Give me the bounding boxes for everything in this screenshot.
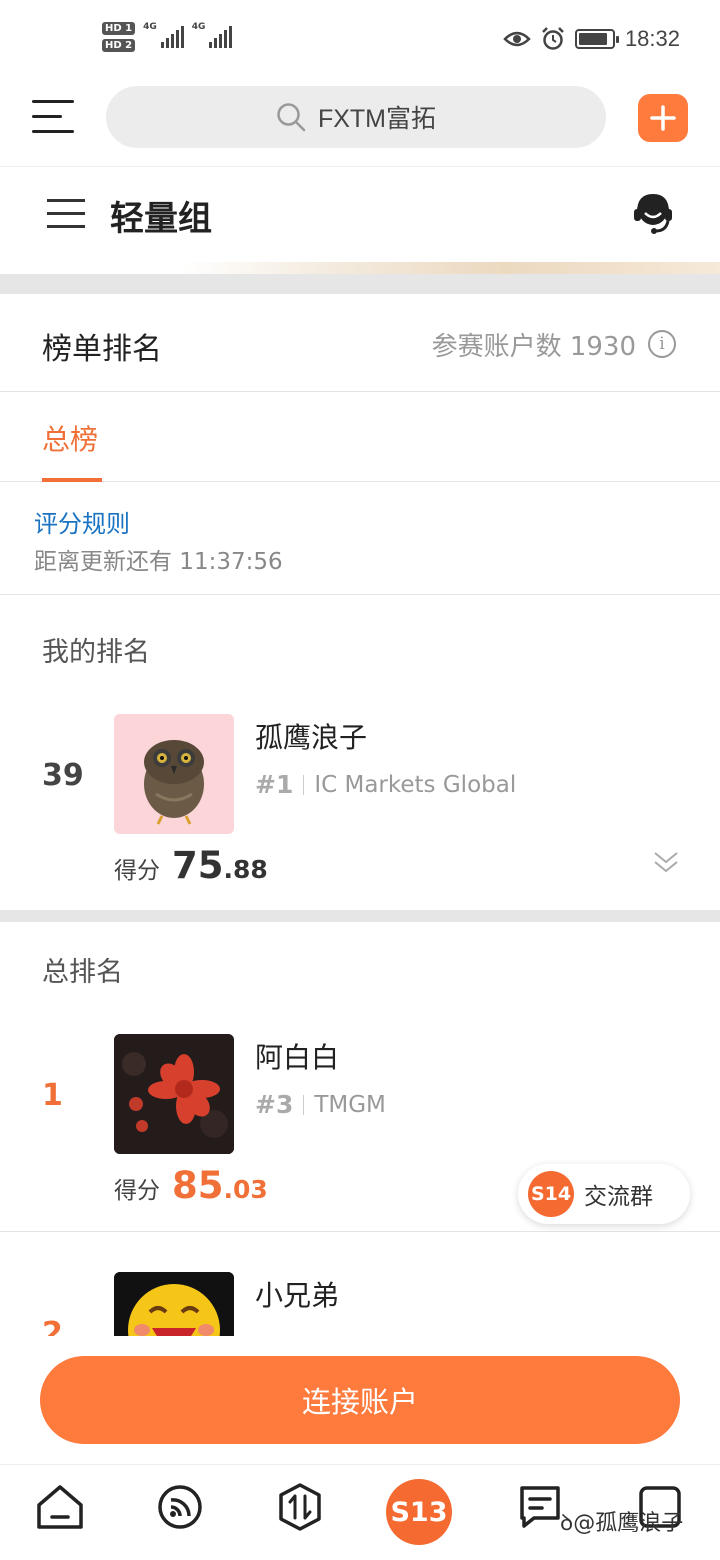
user-name: 孤鹰浪子: [255, 721, 368, 754]
signal-icon-sim1: 4G: [143, 22, 184, 48]
trade-icon: [279, 1483, 321, 1531]
rank-number: 39: [42, 758, 84, 793]
watermark: ꝺ@孤鹰浪子: [560, 1505, 683, 1537]
score-decimal: .88: [223, 855, 268, 884]
connect-account-button[interactable]: 连接账户: [40, 1356, 680, 1444]
score: 得分 85 .03: [114, 1164, 268, 1207]
add-button[interactable]: [638, 94, 688, 142]
rank-number: 2: [42, 1316, 63, 1336]
tab-trade[interactable]: [272, 1479, 328, 1535]
section-divider: [0, 274, 720, 294]
cartoon-avatar-image: [114, 1272, 234, 1336]
leaderboard-tabs: 总榜: [0, 392, 720, 482]
banner-strip: [0, 262, 720, 274]
group-menu-icon[interactable]: [47, 199, 85, 229]
search-text: FXTM富拓: [317, 105, 437, 133]
search-icon: [277, 103, 306, 132]
info-icon[interactable]: i: [648, 330, 676, 358]
season-badge: S14: [528, 1171, 574, 1217]
top-bar: FXTM富拓: [0, 86, 720, 150]
tab-overall[interactable]: 总榜: [42, 418, 98, 458]
rank-number: 1: [42, 1078, 63, 1113]
network-indicators: HD 1 HD 2 4G 4G: [102, 22, 233, 52]
participant-count: 参赛账户数 1930: [431, 332, 636, 362]
group-header: 轻量组: [0, 166, 720, 266]
sim1-hd-badge: HD 1: [102, 22, 136, 35]
plus-icon: [650, 105, 676, 131]
home-icon: [37, 1485, 83, 1529]
rules-section: 评分规则 距离更新还有 11:37:56: [0, 482, 720, 595]
leaderboard-header: 榜单排名 参赛账户数 1930 i: [0, 294, 720, 392]
menu-icon[interactable]: [32, 98, 74, 136]
avatar[interactable]: [114, 1272, 234, 1336]
group-title: 轻量组: [110, 199, 212, 239]
user-name: 小兄弟: [255, 1279, 340, 1312]
score-integer: 75: [172, 844, 224, 887]
leaderboard-title: 榜单排名: [42, 332, 162, 367]
list-item[interactable]: 2 小兄弟: [0, 1232, 720, 1336]
customer-service-icon[interactable]: [630, 191, 676, 237]
chat-group-button[interactable]: S14 交流群: [518, 1164, 690, 1224]
signal-icon: [158, 1485, 202, 1529]
alarm-icon: [542, 27, 564, 50]
scoring-rules-link[interactable]: 评分规则: [34, 504, 130, 539]
account-tags: #1 IC Markets Global: [255, 770, 516, 799]
update-countdown: 距离更新还有 11:37:56: [34, 549, 283, 575]
bottom-tab-bar: S13 ꝺ@孤鹰浪子: [0, 1464, 720, 1560]
my-rank-card[interactable]: 39 孤鹰浪子 #1 IC Markets Global 得分 75 .88: [0, 596, 720, 910]
search-bar[interactable]: FXTM富拓: [106, 86, 606, 148]
status-bar: HD 1 HD 2 4G 4G 18:32: [0, 0, 720, 80]
tab-signals[interactable]: [152, 1479, 208, 1535]
cta-area: 连接账户: [0, 1336, 720, 1464]
score-decimal: .03: [223, 1175, 268, 1204]
tab-home[interactable]: [32, 1479, 88, 1535]
score-integer: 85: [172, 1164, 224, 1207]
account-number: #1: [255, 770, 294, 799]
signal-icon-sim2: 4G: [192, 22, 233, 48]
clock: 18:32: [624, 26, 680, 51]
score: 得分 75 .88: [114, 844, 268, 887]
flower-avatar-image: [114, 1034, 234, 1154]
user-name: 阿白白: [255, 1041, 340, 1074]
message-icon: [520, 1486, 560, 1528]
battery-icon: [574, 29, 619, 49]
score-label: 得分: [114, 858, 160, 884]
score-label: 得分: [114, 1178, 160, 1204]
account-number: #3: [255, 1090, 294, 1119]
chat-group-label: 交流群: [584, 1184, 653, 1210]
watermark-logo-icon: ꝺ: [560, 1511, 574, 1536]
avatar[interactable]: [114, 714, 234, 834]
chevron-down-icon[interactable]: [652, 848, 680, 876]
section-divider: [0, 910, 720, 922]
avatar[interactable]: [114, 1034, 234, 1154]
owl-avatar-image: [114, 714, 234, 834]
broker-name: TMGM: [314, 1091, 386, 1118]
account-tags: #3 TMGM: [255, 1090, 386, 1119]
watermark-text: @孤鹰浪子: [573, 1511, 684, 1536]
sim2-hd-badge: HD 2: [102, 39, 136, 52]
eye-icon: [503, 31, 531, 47]
tab-season-badge[interactable]: S13: [386, 1479, 452, 1545]
broker-name: IC Markets Global: [314, 771, 517, 798]
